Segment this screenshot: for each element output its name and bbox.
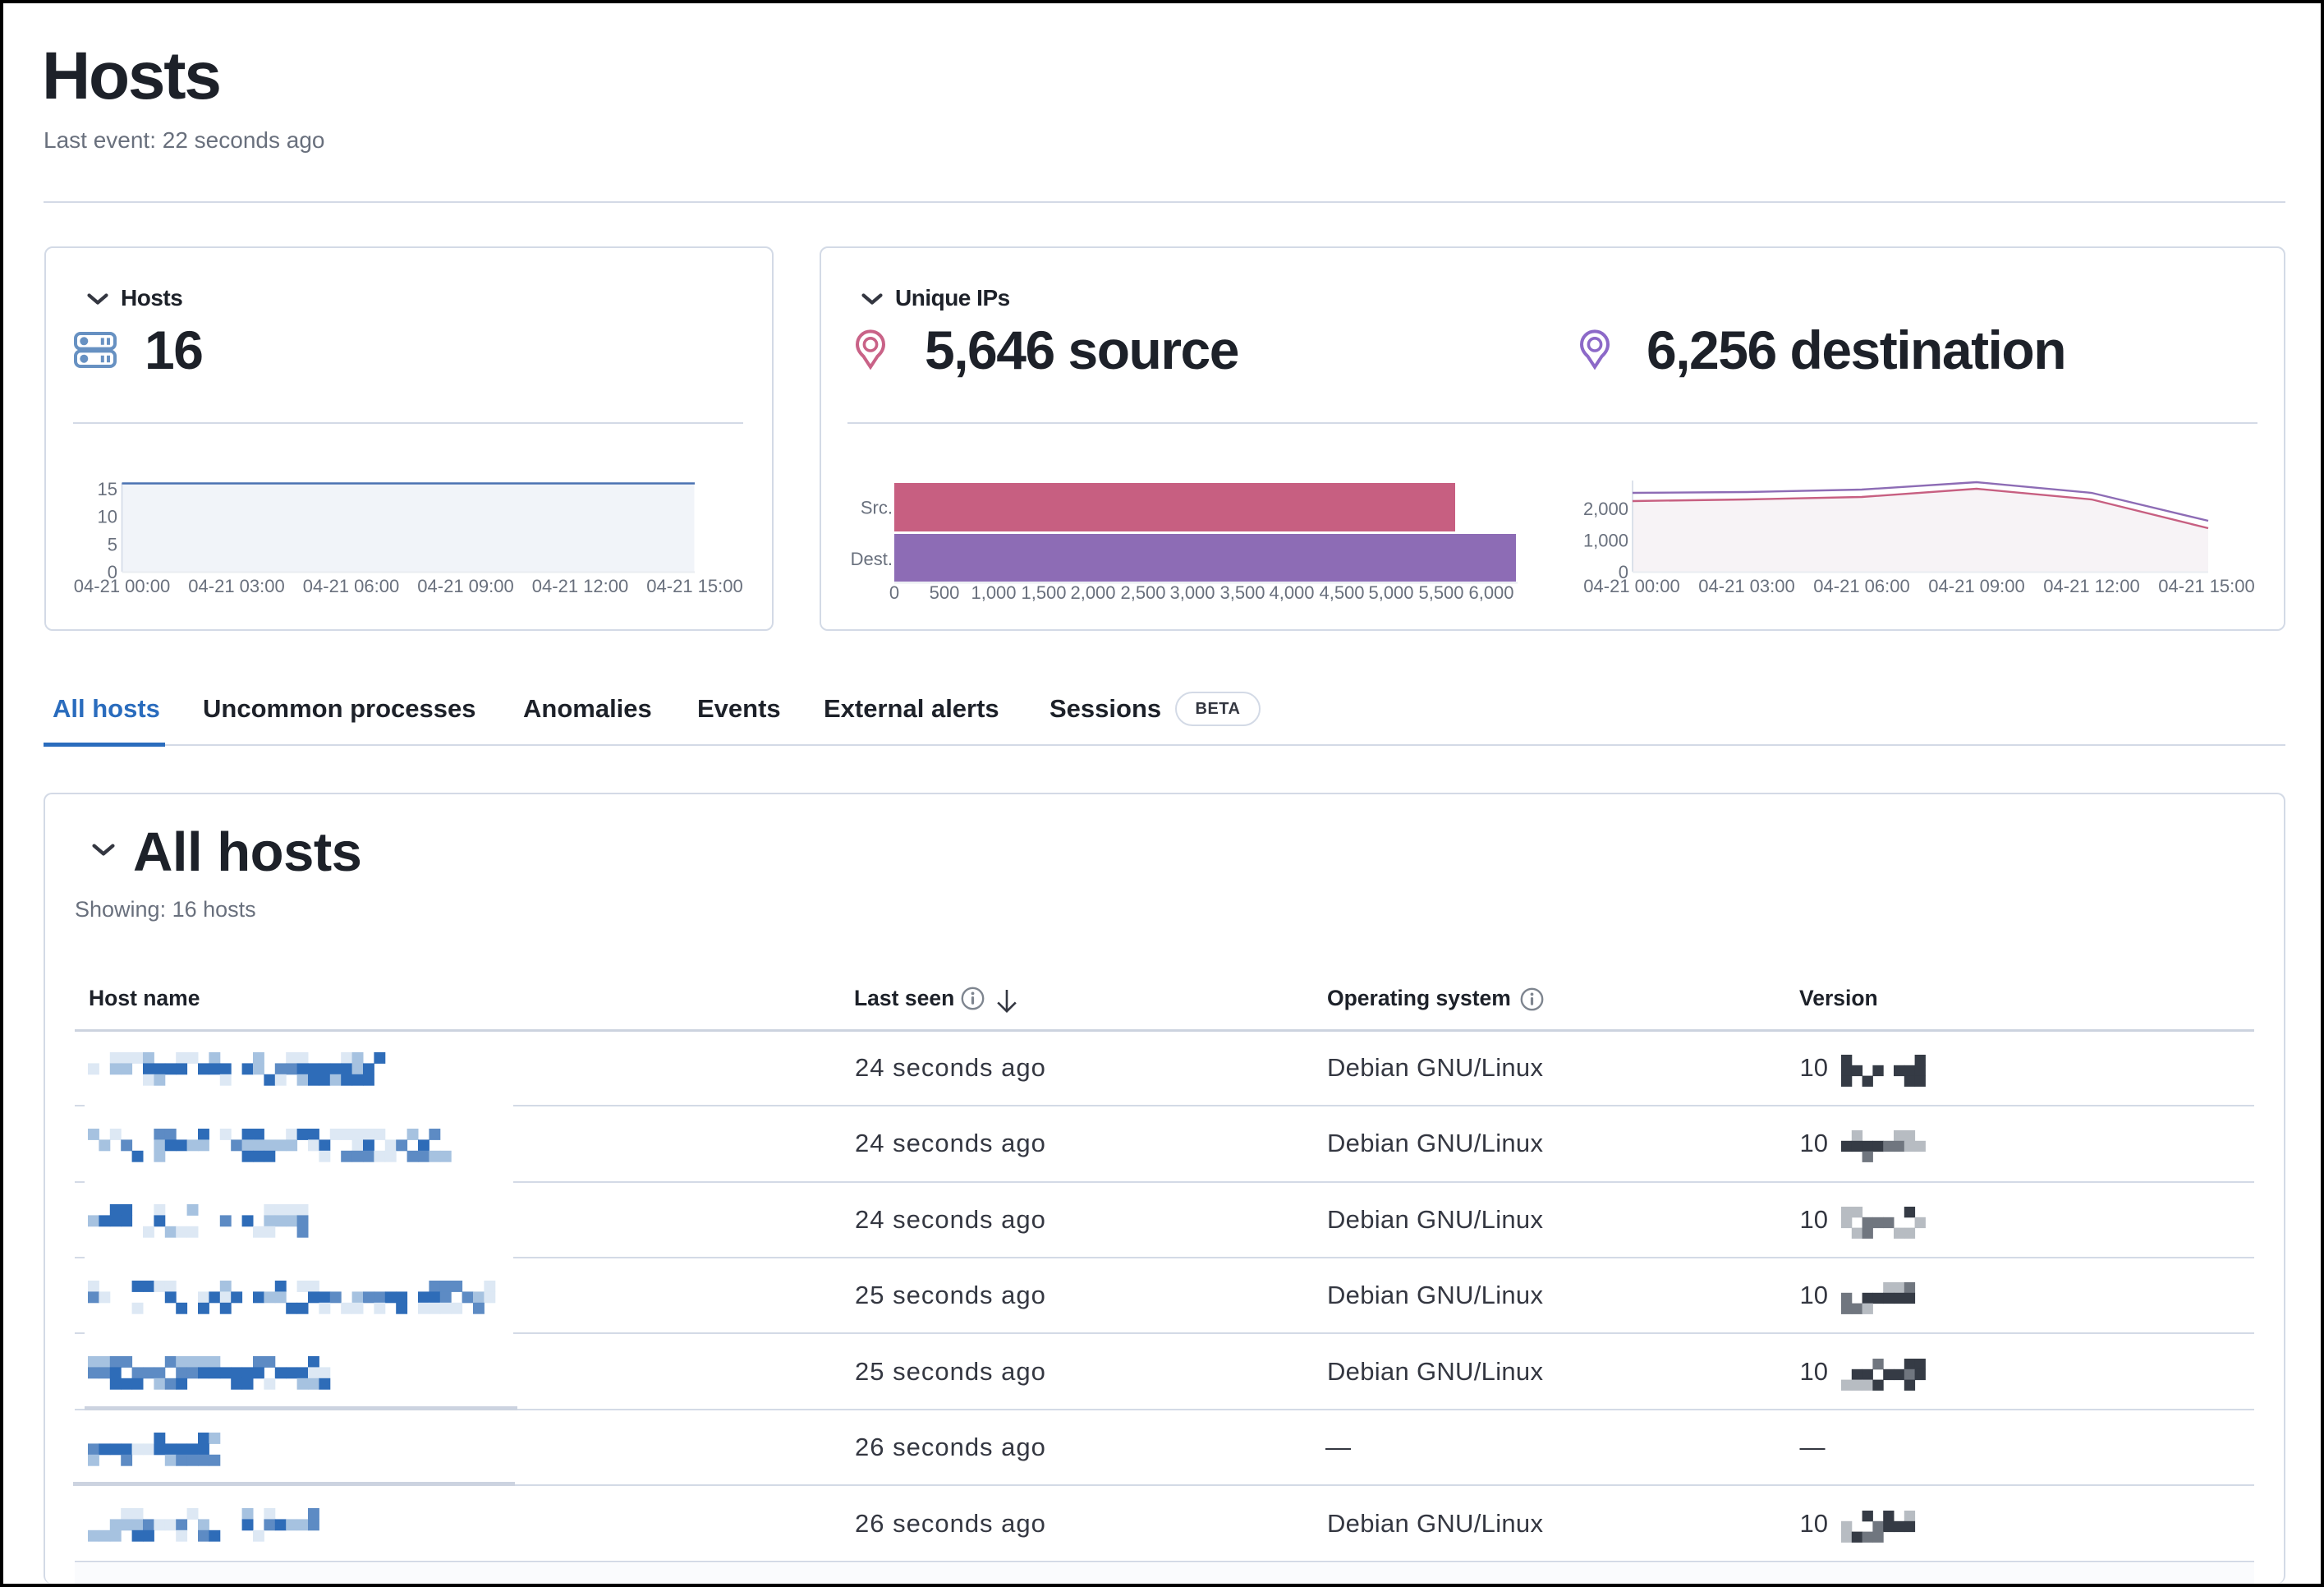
- svg-text:2,000: 2,000: [1583, 499, 1628, 519]
- svg-text:04-21 15:00: 04-21 15:00: [646, 576, 742, 596]
- svg-text:1,500: 1,500: [1021, 582, 1066, 603]
- svg-text:3,500: 3,500: [1219, 582, 1265, 603]
- svg-text:2,500: 2,500: [1120, 582, 1165, 603]
- svg-text:4,000: 4,000: [1269, 582, 1314, 603]
- svg-text:04-21 00:00: 04-21 00:00: [1583, 576, 1679, 596]
- svg-text:2,000: 2,000: [1070, 582, 1115, 603]
- svg-text:5,500: 5,500: [1418, 582, 1463, 603]
- svg-text:04-21 12:00: 04-21 12:00: [2043, 576, 2139, 596]
- svg-text:1,000: 1,000: [1583, 531, 1628, 551]
- svg-text:Dest.: Dest.: [851, 549, 893, 569]
- svg-text:04-21 06:00: 04-21 06:00: [1813, 576, 1909, 596]
- svg-text:Src.: Src.: [861, 498, 893, 518]
- svg-text:0: 0: [889, 582, 899, 603]
- svg-text:04-21 00:00: 04-21 00:00: [74, 576, 170, 596]
- svg-text:3,000: 3,000: [1169, 582, 1215, 603]
- svg-text:500: 500: [930, 582, 960, 603]
- svg-text:04-21 09:00: 04-21 09:00: [417, 576, 513, 596]
- svg-text:5,000: 5,000: [1368, 582, 1413, 603]
- svg-text:04-21 12:00: 04-21 12:00: [532, 576, 628, 596]
- svg-text:04-21 03:00: 04-21 03:00: [188, 576, 284, 596]
- svg-text:6,000: 6,000: [1468, 582, 1513, 603]
- svg-text:04-21 06:00: 04-21 06:00: [303, 576, 399, 596]
- svg-text:04-21 09:00: 04-21 09:00: [1928, 576, 2024, 596]
- svg-text:5: 5: [108, 534, 117, 554]
- svg-text:04-21 03:00: 04-21 03:00: [1698, 576, 1794, 596]
- svg-text:04-21 15:00: 04-21 15:00: [2158, 576, 2254, 596]
- svg-text:4,500: 4,500: [1319, 582, 1364, 603]
- svg-text:10: 10: [98, 507, 117, 527]
- svg-text:15: 15: [98, 479, 117, 499]
- svg-text:1,000: 1,000: [971, 582, 1016, 603]
